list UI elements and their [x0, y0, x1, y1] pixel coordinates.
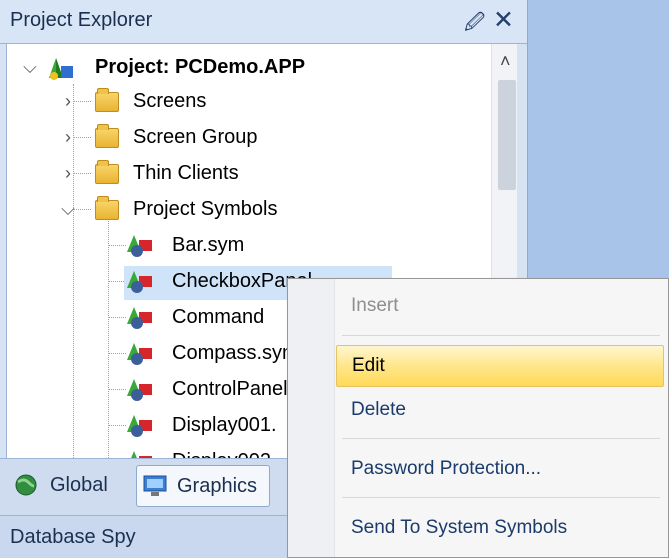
tree-node-project[interactable]: ⌵ Project: PCDemo.APP	[7, 50, 487, 84]
tab-label: Global	[50, 474, 108, 496]
menu-item-delete[interactable]: Delete	[336, 390, 662, 430]
symbol-icon	[127, 307, 152, 329]
database-spy-label: Database Spy	[10, 526, 136, 548]
menu-item-label: Insert	[351, 295, 399, 316]
chevron-right-icon[interactable]: ›	[59, 84, 77, 118]
symbol-icon	[131, 451, 152, 458]
menu-separator	[342, 497, 660, 498]
context-menu: Insert Edit Delete Password Protection..…	[287, 278, 669, 558]
chevron-down-icon[interactable]: ⌵	[21, 50, 39, 84]
menu-gutter	[288, 279, 335, 557]
tree-node-screens[interactable]: › Screens	[7, 84, 487, 118]
menu-item-label: Password Protection...	[351, 458, 542, 479]
menu-separator	[342, 335, 660, 336]
tree-node-thin-clients[interactable]: › Thin Clients	[7, 156, 487, 190]
menu-separator	[342, 438, 660, 439]
tree-node-screen-group[interactable]: › Screen Group	[7, 120, 487, 154]
menu-item-label: Edit	[352, 355, 385, 376]
panel-titlebar: Project Explorer 🖉 ✕	[0, 0, 527, 44]
folder-label: Screens	[133, 90, 207, 112]
folder-icon	[95, 160, 119, 184]
menu-item-edit[interactable]: Edit	[336, 345, 664, 387]
chevron-right-icon[interactable]: ›	[59, 156, 77, 190]
tab-global[interactable]: Global	[10, 465, 126, 505]
project-label: Project: PCDemo.APP	[95, 56, 306, 78]
chevron-right-icon[interactable]: ›	[59, 120, 77, 154]
tree-node-project-symbols[interactable]: ⌵ Project Symbols	[7, 192, 487, 226]
folder-icon	[95, 196, 119, 220]
folder-label: Thin Clients	[133, 162, 239, 184]
folder-label: Project Symbols	[133, 198, 278, 220]
panel-title: Project Explorer	[10, 9, 153, 31]
menu-item-label: Send To System Symbols	[351, 517, 568, 538]
symbol-icon	[127, 415, 152, 437]
close-icon[interactable]: ✕	[493, 5, 514, 35]
menu-item-password-protection[interactable]: Password Protection...	[336, 449, 662, 489]
monitor-icon	[143, 475, 167, 496]
tab-label: Graphics	[177, 475, 258, 497]
symbol-label: Display002	[172, 444, 271, 458]
symbol-label: ControlPanel	[172, 378, 288, 400]
symbol-icon	[127, 343, 152, 365]
symbol-label: Bar.sym	[172, 234, 245, 256]
chevron-down-icon[interactable]: ⌵	[59, 192, 77, 226]
folder-icon	[95, 88, 119, 112]
scroll-up-icon[interactable]: ˄	[500, 51, 511, 72]
symbol-icon	[127, 379, 152, 401]
folder-label: Screen Group	[133, 126, 258, 148]
pin-icon[interactable]: 🖉	[464, 8, 485, 42]
globe-icon	[15, 474, 37, 496]
symbol-label: Display001.	[172, 414, 277, 436]
project-icon	[49, 58, 73, 80]
symbol-label: Command	[172, 306, 265, 328]
menu-item-insert[interactable]: Insert	[336, 286, 662, 326]
symbol-icon	[127, 235, 152, 257]
folder-icon	[95, 124, 119, 148]
tree-node-symbol[interactable]: Bar.sym	[7, 228, 487, 262]
menu-item-label: Delete	[351, 399, 406, 420]
menu-item-send-to-system-symbols[interactable]: Send To System Symbols	[336, 508, 662, 548]
scroll-thumb[interactable]	[498, 80, 516, 190]
symbol-label: Compass.sym	[172, 342, 299, 364]
tab-graphics[interactable]: Graphics	[136, 465, 270, 507]
symbol-icon	[127, 271, 152, 293]
